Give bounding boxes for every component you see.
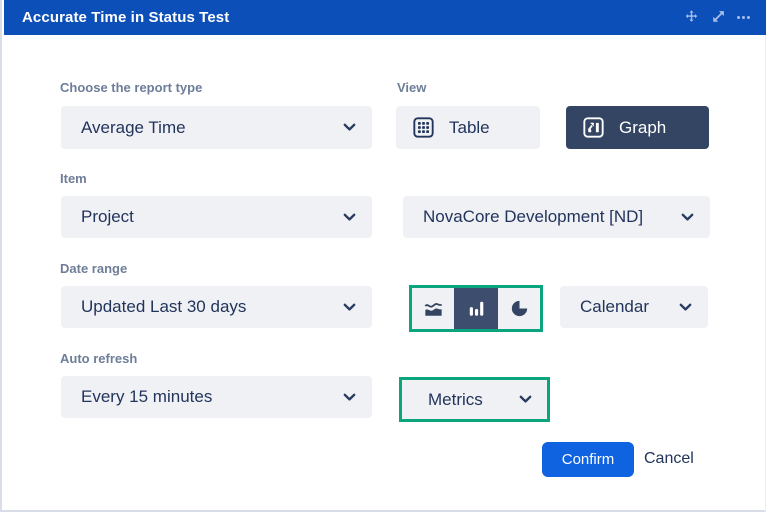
report-type-value: Average Time (81, 118, 186, 138)
project-value: NovaCore Development [ND] (423, 207, 643, 227)
bar-graph-icon (581, 115, 606, 140)
item-label: Item (60, 171, 87, 186)
bar-chart-icon (465, 297, 488, 320)
resize-diagonal-icon[interactable] (709, 9, 726, 26)
metrics-select[interactable]: Metrics (402, 380, 547, 419)
auto-refresh-select[interactable]: Every 15 minutes (61, 376, 372, 418)
dialog-header: Accurate Time in Status Test (4, 0, 766, 35)
cancel-button[interactable]: Cancel (644, 450, 694, 468)
chevron-down-icon (343, 303, 356, 312)
chevron-down-icon (343, 123, 356, 132)
chart-type-group (409, 285, 543, 332)
chevron-down-icon (679, 303, 692, 312)
calendar-select[interactable]: Calendar (560, 286, 708, 328)
chevron-down-icon (519, 395, 532, 404)
area-chart-button[interactable] (412, 288, 454, 329)
report-type-select[interactable]: Average Time (61, 106, 372, 149)
dialog-left-border (0, 0, 2, 512)
view-table-button[interactable]: Table (396, 106, 540, 149)
pie-chart-icon (508, 297, 531, 320)
date-range-select[interactable]: Updated Last 30 days (61, 286, 372, 328)
view-graph-label: Graph (619, 118, 666, 138)
project-select[interactable]: NovaCore Development [ND] (403, 196, 710, 238)
view-label: View (397, 80, 426, 95)
chevron-down-icon (343, 393, 356, 402)
view-graph-button[interactable]: Graph (566, 106, 709, 149)
chevron-down-icon (681, 213, 694, 222)
metrics-value: Metrics (428, 390, 483, 410)
bar-chart-button[interactable] (454, 288, 498, 329)
calendar-value: Calendar (580, 297, 649, 317)
gadget-config-dialog: Accurate Time in Status Test Choose the … (0, 0, 766, 512)
auto-refresh-value: Every 15 minutes (81, 387, 212, 407)
header-actions (683, 9, 752, 26)
auto-refresh-label: Auto refresh (60, 351, 137, 366)
date-range-label: Date range (60, 261, 127, 276)
confirm-button[interactable]: Confirm (542, 442, 634, 477)
item-select[interactable]: Project (61, 196, 372, 238)
pie-chart-button[interactable] (498, 288, 540, 329)
item-value: Project (81, 207, 134, 227)
view-table-label: Table (449, 118, 490, 138)
ellipsis-icon[interactable] (735, 9, 752, 26)
area-chart-icon (422, 297, 445, 320)
dialog-title: Accurate Time in Status Test (22, 9, 229, 26)
chevron-down-icon (343, 213, 356, 222)
date-range-value: Updated Last 30 days (81, 297, 246, 317)
table-grid-icon (411, 115, 436, 140)
metrics-highlight: Metrics (399, 377, 550, 422)
report-type-label: Choose the report type (60, 80, 202, 95)
move-icon[interactable] (683, 9, 700, 26)
